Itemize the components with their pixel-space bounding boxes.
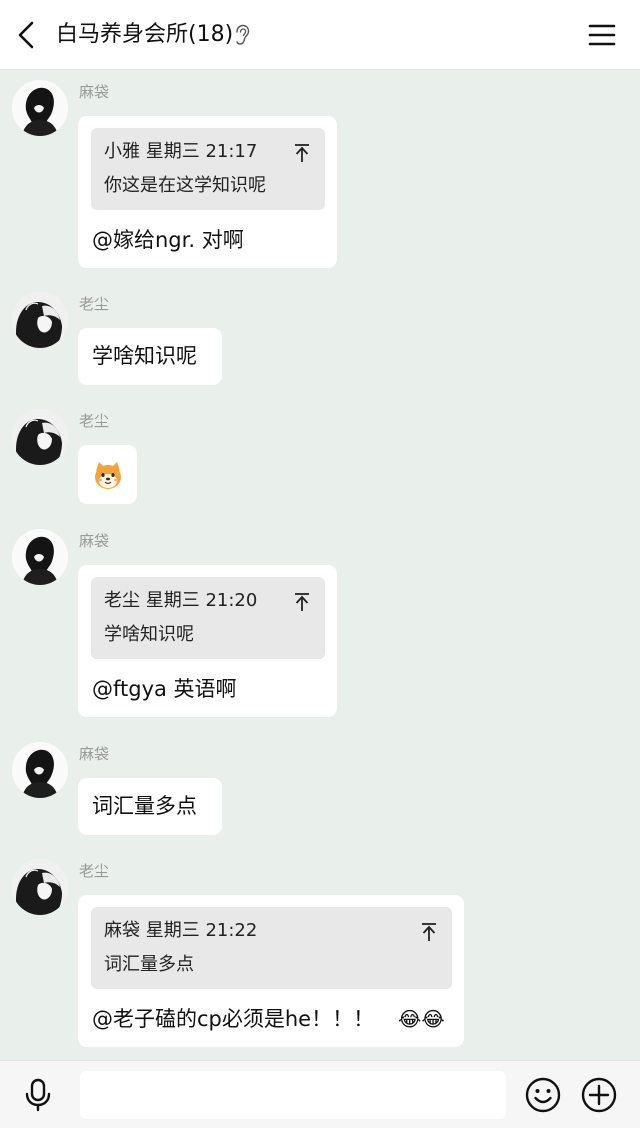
message-item: 麻袋 小雅 星期三 21:17 你这是在这学知识呢 @嫁给ngr. 对啊 [0, 80, 640, 280]
message-bubble[interactable]: 小雅 星期三 21:17 你这是在这学知识呢 @嫁给ngr. 对啊 [78, 116, 337, 268]
quote-text: 学啥知识呢 [104, 624, 194, 645]
voice-input-button[interactable] [20, 1077, 56, 1113]
quote-meta: 麻袋 星期三 21:22 [104, 920, 258, 941]
sender-name: 麻袋 [79, 532, 110, 550]
avatar[interactable] [12, 742, 68, 798]
chat-area[interactable]: 麻袋 小雅 星期三 21:17 你这是在这学知识呢 @嫁给ngr. 对啊 老尘 … [0, 70, 640, 1060]
avatar[interactable] [12, 80, 68, 136]
avatar[interactable] [12, 409, 68, 465]
quote-meta: 小雅 星期三 21:17 [104, 141, 258, 162]
ear-icon [234, 24, 250, 46]
laughing-emoji-icon: 😂😂 [398, 1007, 445, 1031]
sticker-bubble[interactable] [78, 445, 137, 504]
avatar[interactable] [12, 529, 68, 585]
more-actions-button[interactable] [580, 1076, 618, 1114]
message-text: @老子磕的cp必须是he！！！ [92, 1007, 375, 1031]
quote-text: 词汇量多点 [104, 954, 194, 975]
sender-name: 老尘 [79, 295, 110, 313]
top-bar: 白马养身会所(18) [0, 0, 640, 70]
microphone-icon [25, 1078, 51, 1112]
sender-name: 老尘 [79, 862, 110, 880]
jump-to-message-icon[interactable] [293, 143, 311, 163]
quote-meta: 老尘 星期三 21:20 [104, 590, 258, 611]
back-button[interactable] [10, 17, 46, 53]
message-bubble[interactable]: 麻袋 星期三 21:22 词汇量多点 @老子磕的cp必须是he！！！ 😂😂 [78, 895, 464, 1047]
quoted-message[interactable]: 老尘 星期三 21:20 学啥知识呢 [91, 577, 325, 659]
menu-button[interactable] [584, 17, 620, 53]
jump-to-message-icon[interactable] [293, 592, 311, 612]
plus-circle-icon [581, 1077, 617, 1113]
sender-name: 麻袋 [79, 745, 110, 763]
chevron-left-icon [18, 21, 34, 49]
sender-name: 麻袋 [79, 83, 110, 101]
message-text: @ftgya 英语啊 [92, 677, 237, 701]
message-item: 麻袋 词汇量多点 [0, 742, 640, 842]
message-item: 老尘 [0, 409, 640, 509]
emoji-button[interactable] [524, 1076, 562, 1114]
message-text: 词汇量多点 [92, 794, 197, 818]
message-item: 老尘 学啥知识呢 [0, 292, 640, 392]
message-text: 学啥知识呢 [92, 344, 197, 368]
quoted-message[interactable]: 小雅 星期三 21:17 你这是在这学知识呢 [91, 128, 325, 210]
message-item: 麻袋 老尘 星期三 21:20 学啥知识呢 @ftgya 英语啊 [0, 529, 640, 729]
shiba-dog-sticker [95, 462, 121, 489]
avatar[interactable] [12, 292, 68, 348]
quoted-message[interactable]: 麻袋 星期三 21:22 词汇量多点 [91, 907, 452, 989]
chat-title: 白马养身会所(18) [56, 22, 234, 47]
message-item: 老尘 麻袋 星期三 21:22 词汇量多点 @老子磕的cp必须是he！！！ 😂😂 [0, 859, 640, 1059]
sender-name: 老尘 [79, 412, 110, 430]
smiley-icon [525, 1077, 561, 1113]
message-bubble[interactable]: 老尘 星期三 21:20 学啥知识呢 @ftgya 英语啊 [78, 565, 337, 717]
jump-to-message-icon[interactable] [420, 922, 438, 942]
message-bubble[interactable]: 词汇量多点 [78, 778, 222, 835]
message-text: @嫁给ngr. 对啊 [92, 228, 244, 252]
input-bar [0, 1060, 640, 1128]
message-bubble[interactable]: 学啥知识呢 [78, 328, 222, 385]
hamburger-menu-icon [588, 24, 616, 46]
message-input[interactable] [80, 1071, 506, 1119]
quote-text: 你这是在这学知识呢 [104, 175, 266, 196]
avatar[interactable] [12, 859, 68, 915]
